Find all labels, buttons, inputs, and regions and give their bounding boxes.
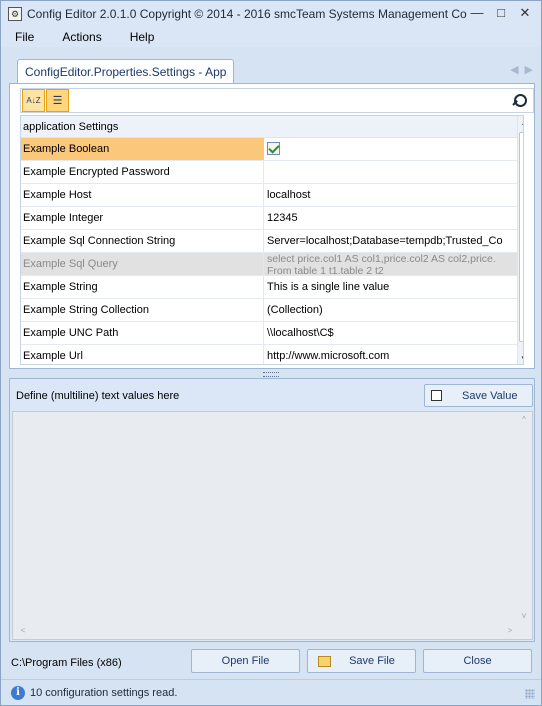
tab-strip: ConfigEditor.Properties.Settings - App ◀… bbox=[9, 55, 535, 84]
tab-navigation: ◀ ▶ bbox=[510, 63, 533, 76]
property-value-multiline[interactable]: select price.col1 AS col1,price.col2 AS … bbox=[264, 253, 523, 275]
property-name: Example UNC Path bbox=[21, 322, 264, 344]
grid-row-example-host[interactable]: Example Host localhost bbox=[21, 184, 523, 207]
property-name: Example Boolean bbox=[21, 138, 264, 160]
menu-file[interactable]: File bbox=[1, 30, 48, 44]
category-header[interactable]: application Settings bbox=[21, 116, 523, 138]
info-icon: i bbox=[11, 685, 25, 700]
grid-row-example-encrypted-password[interactable]: Example Encrypted Password bbox=[21, 161, 523, 184]
property-value[interactable]: http://www.microsoft.com bbox=[264, 345, 523, 364]
textarea-scroll-down-icon[interactable]: v bbox=[516, 608, 532, 624]
grid-row-example-string[interactable]: Example String This is a single line val… bbox=[21, 276, 523, 299]
property-value[interactable]: localhost bbox=[264, 184, 523, 206]
textarea-horizontal-scrollbar[interactable]: < > bbox=[13, 623, 518, 639]
textarea-scroll-right-icon[interactable]: > bbox=[502, 623, 518, 639]
property-value[interactable]: 12345 bbox=[264, 207, 523, 229]
menu-actions[interactable]: Actions bbox=[48, 30, 115, 44]
property-name: Example Integer bbox=[21, 207, 264, 229]
property-value-line-2: From table 1 t1.table 2 t2 bbox=[267, 265, 384, 275]
status-text: 10 configuration settings read. bbox=[30, 686, 178, 699]
property-value[interactable]: This is a single line value bbox=[264, 276, 523, 298]
scroll-up-icon[interactable]: ▲ bbox=[518, 116, 523, 130]
grid-row-example-sql-query[interactable]: Example Sql Query select price.col1 AS c… bbox=[21, 253, 523, 276]
grid-row-example-integer[interactable]: Example Integer 12345 bbox=[21, 207, 523, 230]
property-name: Example String Collection bbox=[21, 299, 264, 321]
property-name: Example Sql Query bbox=[21, 253, 264, 275]
app-icon[interactable]: ⚙ bbox=[8, 7, 22, 21]
property-grid-scrollbar[interactable]: ▲ ≡ ▼ bbox=[517, 116, 524, 364]
search-icon[interactable] bbox=[509, 91, 529, 111]
panel-splitter[interactable] bbox=[1, 371, 541, 378]
splitter-grip-icon[interactable] bbox=[263, 372, 279, 377]
window-title: Config Editor 2.0.1.0 Copyright © 2014 -… bbox=[27, 7, 467, 21]
multiline-editor-panel: Define (multiline) text values here Save… bbox=[9, 378, 535, 642]
property-value[interactable]: \\localhost\C$ bbox=[264, 322, 523, 344]
maximize-button[interactable]: □ bbox=[489, 5, 513, 23]
property-value[interactable]: Server=localhost;Database=tempdb;Trusted… bbox=[264, 230, 523, 252]
property-grid: application Settings Example Boolean Exa… bbox=[20, 115, 524, 365]
save-file-icon bbox=[318, 655, 332, 667]
menu-bar: File Actions Help bbox=[1, 27, 541, 47]
property-name: Example String bbox=[21, 276, 264, 298]
sort-alphabetical-button[interactable]: A↓Z bbox=[22, 89, 45, 112]
title-bar[interactable]: ⚙ Config Editor 2.0.1.0 Copyright © 2014… bbox=[1, 1, 541, 27]
minimize-button[interactable]: — bbox=[465, 5, 489, 23]
close-window-button[interactable]: ✕ bbox=[513, 5, 537, 23]
window-controls: — □ ✕ bbox=[465, 5, 537, 23]
textarea-scroll-left-icon[interactable]: < bbox=[15, 623, 31, 639]
save-value-label: Save Value bbox=[462, 389, 518, 402]
scroll-down-icon[interactable]: ▼ bbox=[518, 352, 523, 364]
property-value[interactable] bbox=[264, 161, 523, 183]
close-button[interactable]: Close bbox=[423, 649, 532, 673]
tab-prev-icon[interactable]: ◀ bbox=[510, 63, 518, 76]
property-name: Example Encrypted Password bbox=[21, 161, 264, 183]
multiline-label: Define (multiline) text values here bbox=[16, 390, 180, 402]
open-file-button[interactable]: Open File bbox=[191, 649, 300, 673]
property-value-line-1: select price.col1 AS col1,price.col2 AS … bbox=[267, 253, 496, 265]
current-path: C:\Program Files (x86) bbox=[11, 657, 122, 669]
textarea-vertical-scrollbar[interactable]: ^ v bbox=[516, 412, 532, 624]
property-value-checkbox[interactable] bbox=[264, 138, 523, 160]
grid-row-example-unc-path[interactable]: Example UNC Path \\localhost\C$ bbox=[21, 322, 523, 345]
bottom-bar: C:\Program Files (x86) Open File Save Fi… bbox=[1, 647, 541, 677]
property-name: Example Sql Connection String bbox=[21, 230, 264, 252]
tab-settings-app[interactable]: ConfigEditor.Properties.Settings - App bbox=[17, 59, 235, 84]
categorized-view-button[interactable]: ☰ bbox=[46, 89, 69, 112]
menu-help[interactable]: Help bbox=[116, 30, 169, 44]
grid-row-example-url[interactable]: Example Url http://www.microsoft.com bbox=[21, 345, 523, 364]
save-value-checkbox[interactable] bbox=[431, 390, 442, 401]
property-search-input[interactable] bbox=[73, 90, 509, 111]
scrollbar-thumb[interactable]: ≡ bbox=[519, 132, 524, 342]
tab-next-icon[interactable]: ▶ bbox=[525, 63, 533, 76]
settings-tab-panel: A↓Z ☰ application Settings Example Boole… bbox=[9, 83, 535, 369]
property-name: Example Host bbox=[21, 184, 264, 206]
grid-row-example-sql-connection-string[interactable]: Example Sql Connection String Server=loc… bbox=[21, 230, 523, 253]
close-label: Close bbox=[463, 655, 492, 667]
status-bar: i 10 configuration settings read. bbox=[1, 679, 541, 705]
thumb-grip-icon: ≡ bbox=[523, 233, 524, 236]
textarea-scroll-up-icon[interactable]: ^ bbox=[516, 412, 532, 428]
property-name: Example Url bbox=[21, 345, 264, 364]
save-file-button[interactable]: Save File bbox=[307, 649, 416, 673]
resize-grip-icon[interactable] bbox=[525, 689, 535, 699]
save-file-label: Save File bbox=[349, 655, 395, 667]
checkbox-checked-icon[interactable] bbox=[267, 142, 280, 155]
sort-az-icon: A↓Z bbox=[26, 96, 41, 105]
grid-row-example-boolean[interactable]: Example Boolean bbox=[21, 138, 523, 161]
property-grid-toolbar: A↓Z ☰ bbox=[20, 88, 534, 113]
save-value-button[interactable]: Save Value bbox=[424, 384, 533, 407]
grid-row-example-string-collection[interactable]: Example String Collection (Collection) bbox=[21, 299, 523, 322]
multiline-text-area[interactable]: ^ v < > bbox=[12, 411, 533, 640]
list-icon: ☰ bbox=[52, 95, 63, 107]
config-editor-window: ⚙ Config Editor 2.0.1.0 Copyright © 2014… bbox=[0, 0, 542, 706]
property-value[interactable]: (Collection) bbox=[264, 299, 523, 321]
open-file-label: Open File bbox=[221, 655, 270, 667]
